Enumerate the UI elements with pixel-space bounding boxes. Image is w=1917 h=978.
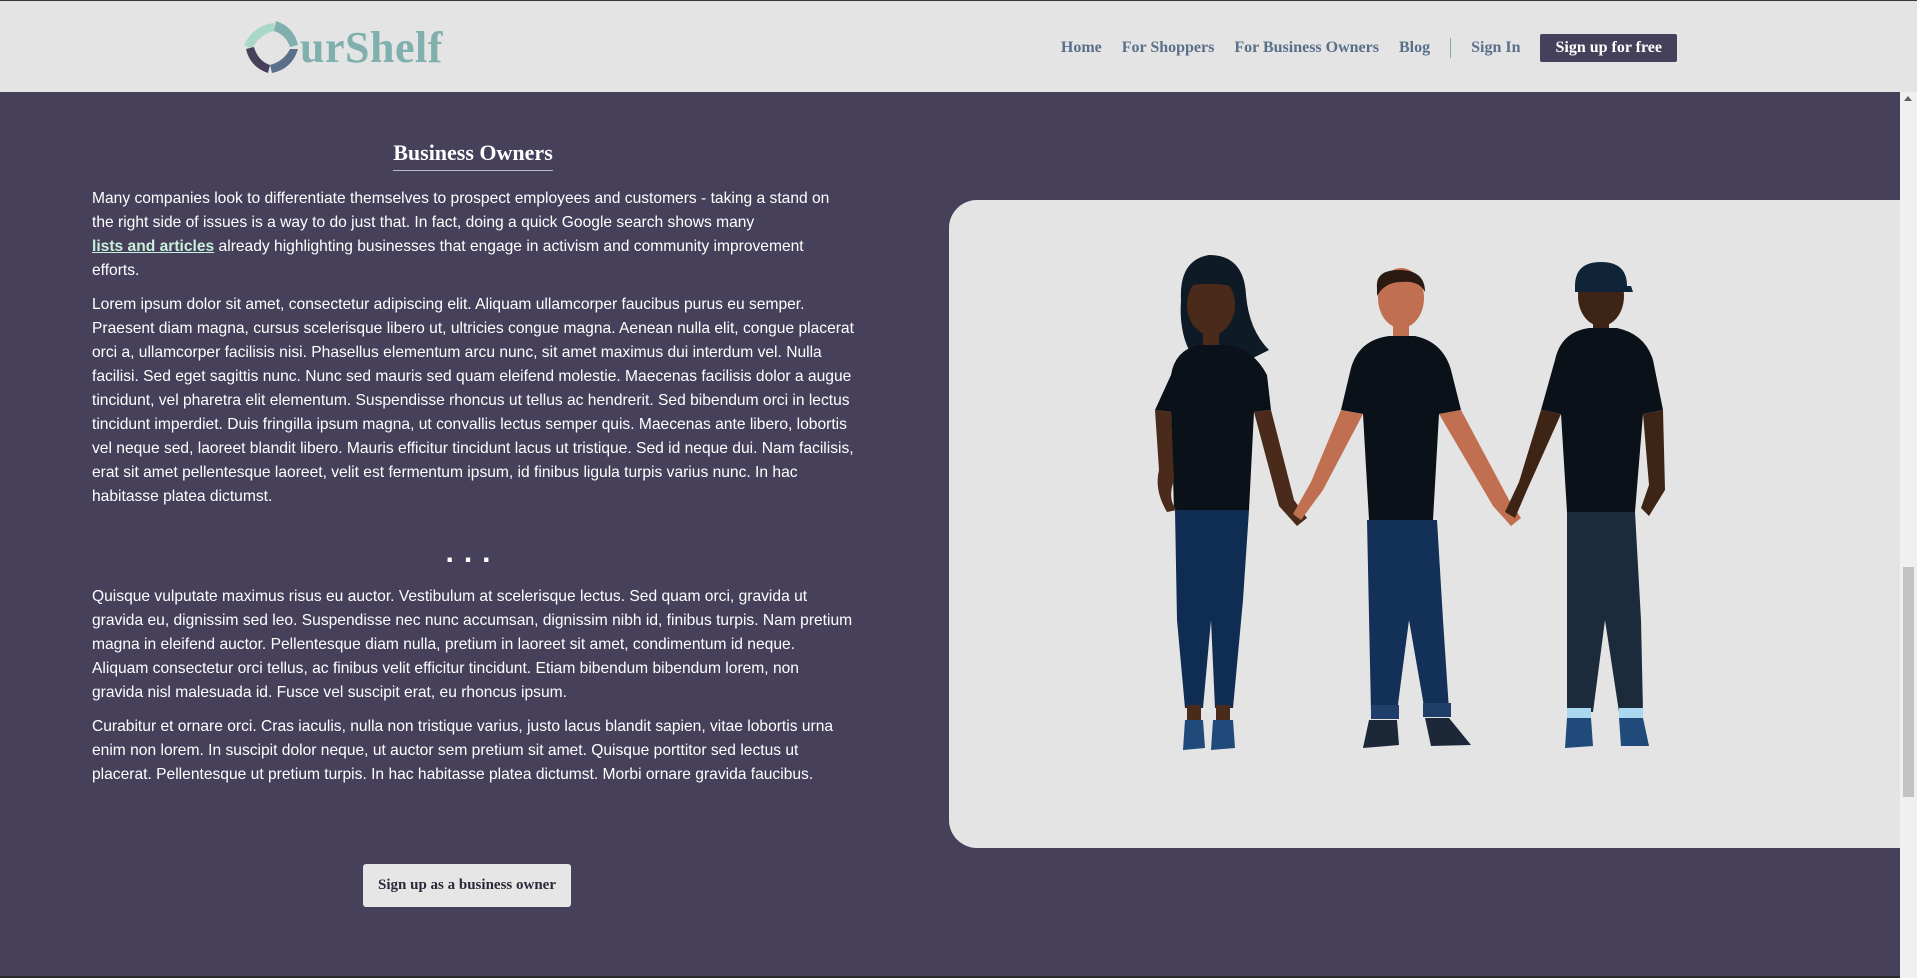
intro-paragraph: Many companies look to differentiate the… xyxy=(92,190,830,279)
lists-and-articles-link[interactable]: lists and articles xyxy=(92,238,214,255)
nav-for-business-owners[interactable]: For Business Owners xyxy=(1234,39,1379,57)
people-holding-hands-illustration xyxy=(1155,255,1665,750)
nav-home[interactable]: Home xyxy=(1061,39,1102,57)
business-owners-section: Business Owners Many companies look to d… xyxy=(92,140,854,797)
sign-up-business-owner-button[interactable]: Sign up as a business owner xyxy=(363,864,571,907)
main-nav: Home For Shoppers For Business Owners Bl… xyxy=(1041,34,1677,62)
paragraph-4: Curabitur et ornare orci. Cras iaculis, … xyxy=(92,718,834,783)
nav-blog[interactable]: Blog xyxy=(1399,39,1430,57)
paragraph-2: Lorem ipsum dolor sit amet, consectetur … xyxy=(92,296,854,505)
cta-container: Sign up as a business owner xyxy=(363,864,571,907)
person-right xyxy=(1505,262,1665,748)
ellipsis-divider: ... xyxy=(445,536,501,569)
logo-text: urShelf xyxy=(300,22,443,72)
nav-sign-in[interactable]: Sign In xyxy=(1471,39,1520,57)
logo-hands-icon xyxy=(244,21,298,73)
page-title: Business Owners xyxy=(92,140,854,171)
sign-up-button[interactable]: Sign up for free xyxy=(1540,34,1677,62)
scroll-thumb[interactable] xyxy=(1903,567,1914,797)
nav-for-shoppers[interactable]: For Shoppers xyxy=(1122,39,1215,57)
illustration-panel xyxy=(949,200,1900,848)
person-middle xyxy=(1293,268,1521,748)
site-header: urShelf Home For Shoppers For Business O… xyxy=(0,0,1917,92)
paragraph-3: Quisque vulputate maximus risus eu aucto… xyxy=(92,588,853,701)
scroll-up-arrow-icon[interactable] xyxy=(1904,96,1912,101)
vertical-scrollbar[interactable] xyxy=(1900,92,1917,978)
person-left xyxy=(1155,255,1307,750)
nav-divider xyxy=(1450,38,1452,58)
logo[interactable]: urShelf xyxy=(236,15,443,79)
